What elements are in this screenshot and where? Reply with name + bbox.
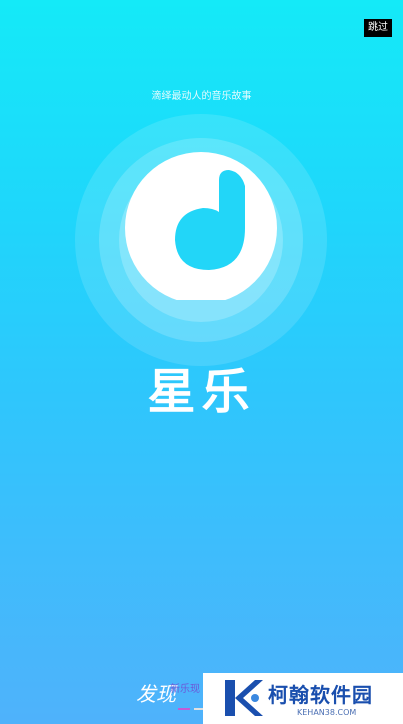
app-logo <box>75 114 327 366</box>
music-note-logo-icon <box>125 152 277 300</box>
watermark-url: KEHAN38.COM <box>297 708 357 717</box>
kehan-k-logo-icon <box>225 680 263 716</box>
tagline: 滴绎最动人的音乐故事 <box>151 91 252 102</box>
watermark: 柯翰软件园 KEHAN38.COM <box>203 673 403 724</box>
page-dot-active <box>178 708 190 710</box>
skip-button[interactable]: 跳过 <box>364 19 392 37</box>
watermark-title: 柯翰软件园 <box>268 683 373 707</box>
sub-note: 新乐现 <box>170 684 200 695</box>
app-name: 星乐 <box>147 364 256 420</box>
